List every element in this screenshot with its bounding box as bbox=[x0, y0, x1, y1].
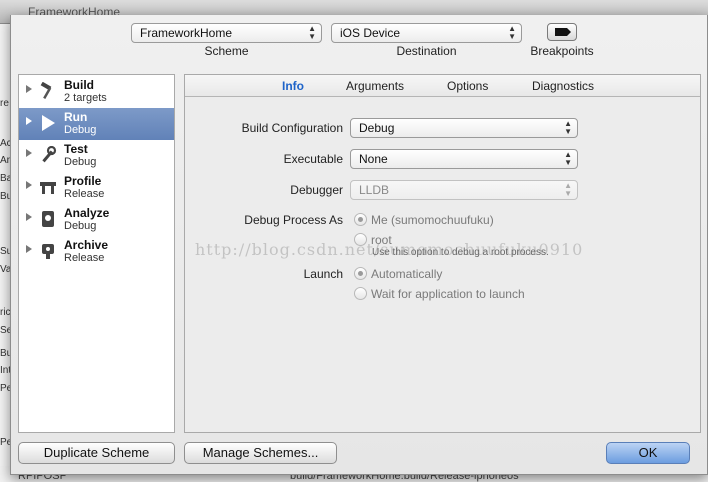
debugger-popup[interactable]: LLDB ▲ ▼ bbox=[350, 180, 578, 200]
duplicate-scheme-button[interactable]: Duplicate Scheme bbox=[18, 442, 175, 464]
build-configuration-label: Build Configuration bbox=[241, 121, 343, 135]
tab-diagnostics[interactable]: Diagnostics bbox=[532, 79, 594, 93]
action-subtitle: 2 targets bbox=[64, 92, 107, 104]
popup-arrows-icon: ▲ ▼ bbox=[508, 24, 516, 41]
background-fragment: Va bbox=[0, 264, 10, 275]
debugger-label: Debugger bbox=[290, 183, 343, 197]
background-fragment: Pe bbox=[0, 437, 10, 448]
background-fragment: Ar bbox=[0, 155, 10, 166]
disclosure-triangle-icon[interactable] bbox=[26, 85, 32, 93]
scheme-action-list: Build 2 targets Run Debug Test Debug Pro… bbox=[18, 74, 175, 433]
action-name: Analyze bbox=[64, 206, 110, 220]
action-name: Build bbox=[64, 78, 94, 92]
action-detail-panel: Info Arguments Options Diagnostics Build… bbox=[184, 74, 701, 433]
action-item-run[interactable]: Run Debug bbox=[19, 108, 174, 140]
launch-automatically-label: Automatically bbox=[371, 267, 443, 281]
background-fragment: Bu bbox=[0, 348, 10, 359]
breakpoints-label: Breakpoints bbox=[530, 44, 594, 58]
action-subtitle: Debug bbox=[64, 156, 97, 168]
tab-options[interactable]: Options bbox=[447, 79, 488, 93]
action-name: Test bbox=[64, 142, 88, 156]
popup-arrows-icon: ▲ ▼ bbox=[564, 119, 572, 136]
background-fragment: Pe bbox=[0, 383, 10, 394]
build-configuration-popup[interactable]: Debug ▲ ▼ bbox=[350, 118, 578, 138]
destination-label: Destination bbox=[396, 44, 457, 58]
debug-as-root-description: Use this option to debug a root process. bbox=[372, 247, 549, 258]
instruments-icon bbox=[40, 182, 56, 194]
archive-icon bbox=[42, 244, 54, 259]
action-item-analyze[interactable]: Analyze Debug bbox=[19, 204, 174, 236]
action-subtitle: Release bbox=[64, 188, 105, 200]
manage-schemes-button[interactable]: Manage Schemes... bbox=[184, 442, 337, 464]
launch-wait-label: Wait for application to launch bbox=[371, 287, 525, 301]
debug-as-root-label: root bbox=[371, 233, 392, 247]
scheme-popup-value: FrameworkHome bbox=[140, 26, 233, 40]
hammer-icon bbox=[40, 82, 52, 99]
background-fragment: Ba bbox=[0, 173, 10, 184]
action-name: Profile bbox=[64, 174, 102, 188]
background-fragment: Su bbox=[0, 246, 10, 257]
action-item-archive[interactable]: Archive Release bbox=[19, 236, 174, 268]
debug-as-me-radio[interactable] bbox=[354, 213, 367, 226]
background-fragment: Ac bbox=[0, 138, 10, 149]
analyze-icon bbox=[42, 211, 54, 227]
background-fragment: ric bbox=[0, 307, 10, 318]
breakpoint-icon bbox=[555, 28, 567, 36]
action-name: Run bbox=[64, 110, 88, 124]
disclosure-triangle-icon[interactable] bbox=[26, 213, 32, 221]
scheme-label: Scheme bbox=[204, 44, 249, 58]
scheme-popup[interactable]: FrameworkHome ▲ ▼ bbox=[131, 23, 322, 43]
action-subtitle: Debug bbox=[64, 220, 97, 232]
debug-as-me-label: Me (sumomochuufuku) bbox=[371, 213, 494, 227]
executable-value: None bbox=[359, 152, 388, 166]
wrench-icon bbox=[42, 146, 57, 163]
disclosure-triangle-icon[interactable] bbox=[26, 117, 32, 125]
debug-as-root-radio[interactable] bbox=[354, 233, 367, 246]
disclosure-triangle-icon[interactable] bbox=[26, 245, 32, 253]
play-icon bbox=[42, 115, 55, 131]
build-configuration-value: Debug bbox=[359, 121, 395, 135]
destination-popup-value: iOS Device bbox=[340, 26, 401, 40]
popup-arrows-icon: ▲ ▼ bbox=[564, 181, 572, 198]
destination-popup[interactable]: iOS Device ▲ ▼ bbox=[331, 23, 522, 43]
background-fragment: Int bbox=[0, 365, 10, 376]
executable-label: Executable bbox=[283, 152, 343, 166]
debugger-value: LLDB bbox=[359, 183, 390, 197]
launch-label: Launch bbox=[303, 267, 343, 281]
action-subtitle: Debug bbox=[64, 124, 97, 136]
ok-button[interactable]: OK bbox=[606, 442, 690, 464]
popup-arrows-icon: ▲ ▼ bbox=[564, 150, 572, 167]
action-subtitle: Release bbox=[64, 252, 105, 264]
launch-automatically-radio[interactable] bbox=[354, 267, 367, 280]
detail-tab-bar: Info Arguments Options Diagnostics bbox=[185, 75, 700, 97]
launch-wait-radio[interactable] bbox=[354, 287, 367, 300]
debug-process-label: Debug Process As bbox=[244, 213, 343, 227]
background-fragment: re bbox=[0, 98, 9, 109]
tab-arguments[interactable]: Arguments bbox=[346, 79, 404, 93]
disclosure-triangle-icon[interactable] bbox=[26, 149, 32, 157]
background-fragment: Bu bbox=[0, 191, 10, 202]
scheme-editor-sheet: FrameworkHome ▲ ▼ Scheme iOS Device ▲ ▼ De… bbox=[10, 15, 708, 475]
action-item-profile[interactable]: Profile Release bbox=[19, 172, 174, 204]
tab-info[interactable]: Info bbox=[282, 79, 304, 93]
action-name: Archive bbox=[64, 238, 109, 252]
action-item-build[interactable]: Build 2 targets bbox=[19, 76, 174, 108]
background-fragment: Se bbox=[0, 325, 10, 336]
disclosure-triangle-icon[interactable] bbox=[26, 181, 32, 189]
popup-arrows-icon: ▲ ▼ bbox=[308, 24, 316, 41]
breakpoint-icon-tip bbox=[567, 28, 571, 36]
executable-popup[interactable]: None ▲ ▼ bbox=[350, 149, 578, 169]
action-item-test[interactable]: Test Debug bbox=[19, 140, 174, 172]
breakpoints-button[interactable] bbox=[547, 23, 577, 41]
